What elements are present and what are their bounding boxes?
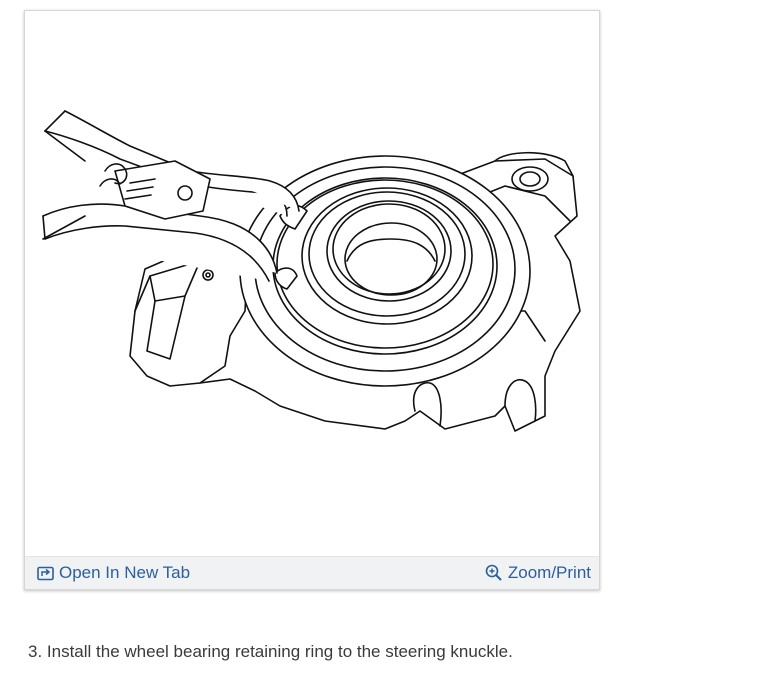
zoom-print-link[interactable]: Zoom/Print	[485, 563, 591, 583]
open-new-tab-icon	[37, 566, 54, 580]
step-instruction: 3. Install the wheel bearing retaining r…	[28, 642, 513, 661]
open-in-new-tab-label: Open In New Tab	[59, 563, 191, 582]
open-in-new-tab-link[interactable]: Open In New Tab	[37, 563, 190, 583]
figure-toolbar: Open In New Tab Zoom/Print	[25, 556, 599, 589]
zoom-print-label: Zoom/Print	[507, 563, 591, 582]
wheel-bearing-retaining-ring-illustration	[42, 110, 581, 432]
zoom-icon	[485, 564, 502, 581]
figure-card: Open In New Tab Zoom/Print	[24, 10, 600, 590]
